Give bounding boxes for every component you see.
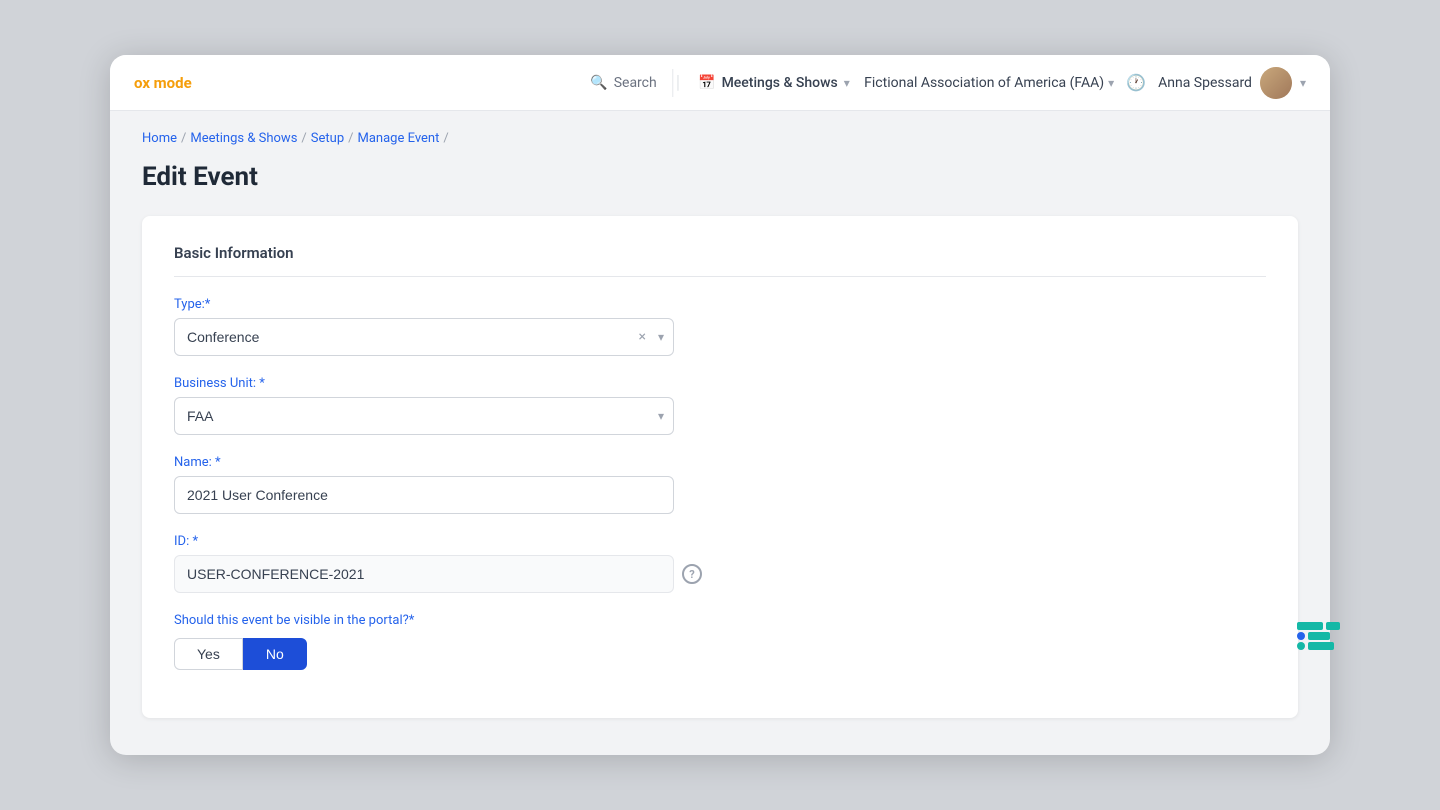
card-title: Basic Information — [174, 244, 1266, 277]
type-select[interactable]: Conference — [174, 318, 674, 356]
main-content: Home / Meetings & Shows / Setup / Manage… — [110, 111, 1330, 755]
id-field-group: ID: * ? — [174, 534, 1266, 593]
breadcrumb-manage-event[interactable]: Manage Event — [358, 131, 440, 146]
name-label: Name: * — [174, 455, 1266, 470]
id-help-icon[interactable]: ? — [682, 564, 702, 584]
id-input[interactable] — [174, 555, 674, 593]
visibility-field-group: Should this event be visible in the port… — [174, 613, 1266, 670]
meetings-chevron-icon: ▾ — [844, 76, 850, 90]
user-name: Anna Spessard — [1158, 75, 1252, 91]
widget-bar-teal-1 — [1297, 622, 1323, 630]
avatar — [1260, 67, 1292, 99]
search-label: Search — [614, 75, 657, 91]
id-label: ID: * — [174, 534, 1266, 549]
yes-button[interactable]: Yes — [174, 638, 243, 670]
business-unit-select[interactable]: FAA — [174, 397, 674, 435]
floating-widget[interactable] — [1297, 622, 1340, 650]
search-icon: 🔍 — [590, 75, 607, 91]
business-unit-select-wrapper: FAA ▾ — [174, 397, 674, 435]
clock-icon[interactable]: 🕐 — [1126, 73, 1146, 92]
widget-dot-teal — [1297, 642, 1305, 650]
breadcrumb-sep-2: / — [301, 131, 306, 146]
navbar: ox mode 🔍 Search | 📅 Meetings & Shows ▾ … — [110, 55, 1330, 111]
breadcrumb-sep-1: / — [181, 131, 186, 146]
widget-bar-3 — [1297, 642, 1340, 650]
widget-bar-1 — [1297, 622, 1340, 630]
meetings-nav-label: Meetings & Shows — [722, 75, 838, 91]
breadcrumb-setup[interactable]: Setup — [311, 131, 344, 146]
org-name: Fictional Association of America (FAA) — [864, 75, 1104, 91]
name-field-group: Name: * — [174, 455, 1266, 514]
breadcrumb-sep-3: / — [348, 131, 353, 146]
org-selector[interactable]: Fictional Association of America (FAA) ▾ — [864, 75, 1114, 91]
navbar-right: Fictional Association of America (FAA) ▾… — [864, 67, 1306, 99]
type-label: Type:* — [174, 297, 1266, 312]
calendar-icon: 📅 — [698, 75, 715, 91]
business-unit-field-group: Business Unit: * FAA ▾ — [174, 376, 1266, 435]
widget-bar-teal-3 — [1308, 632, 1330, 640]
page-title: Edit Event — [142, 162, 1298, 192]
type-clear-icon[interactable]: × — [639, 329, 646, 345]
no-button[interactable]: No — [243, 638, 307, 670]
business-unit-label: Business Unit: * — [174, 376, 1266, 391]
widget-dot-blue — [1297, 632, 1305, 640]
meetings-shows-nav[interactable]: 📅 Meetings & Shows ▾ — [682, 69, 866, 97]
widget-bar-2 — [1297, 632, 1340, 640]
breadcrumb: Home / Meetings & Shows / Setup / Manage… — [142, 131, 1298, 146]
basic-information-card: Basic Information Type:* Conference × ▾ … — [142, 216, 1298, 718]
user-chevron-icon: ▾ — [1300, 76, 1306, 90]
org-chevron-icon: ▾ — [1108, 76, 1114, 90]
breadcrumb-home[interactable]: Home — [142, 131, 177, 146]
user-menu[interactable]: Anna Spessard ▾ — [1158, 67, 1306, 99]
name-input[interactable] — [174, 476, 674, 514]
id-row: ? — [174, 555, 1266, 593]
type-select-wrapper: Conference × ▾ — [174, 318, 674, 356]
search-button[interactable]: 🔍 Search — [574, 69, 673, 97]
visibility-label: Should this event be visible in the port… — [174, 613, 1266, 628]
breadcrumb-sep-4: / — [443, 131, 448, 146]
type-field-group: Type:* Conference × ▾ — [174, 297, 1266, 356]
widget-bar-teal-2 — [1326, 622, 1340, 630]
breadcrumb-meetings[interactable]: Meetings & Shows — [190, 131, 297, 146]
nav-divider: | — [676, 72, 680, 93]
visibility-toggle: Yes No — [174, 638, 1266, 670]
widget-bar-teal-4 — [1308, 642, 1334, 650]
app-logo: ox mode — [134, 74, 192, 92]
